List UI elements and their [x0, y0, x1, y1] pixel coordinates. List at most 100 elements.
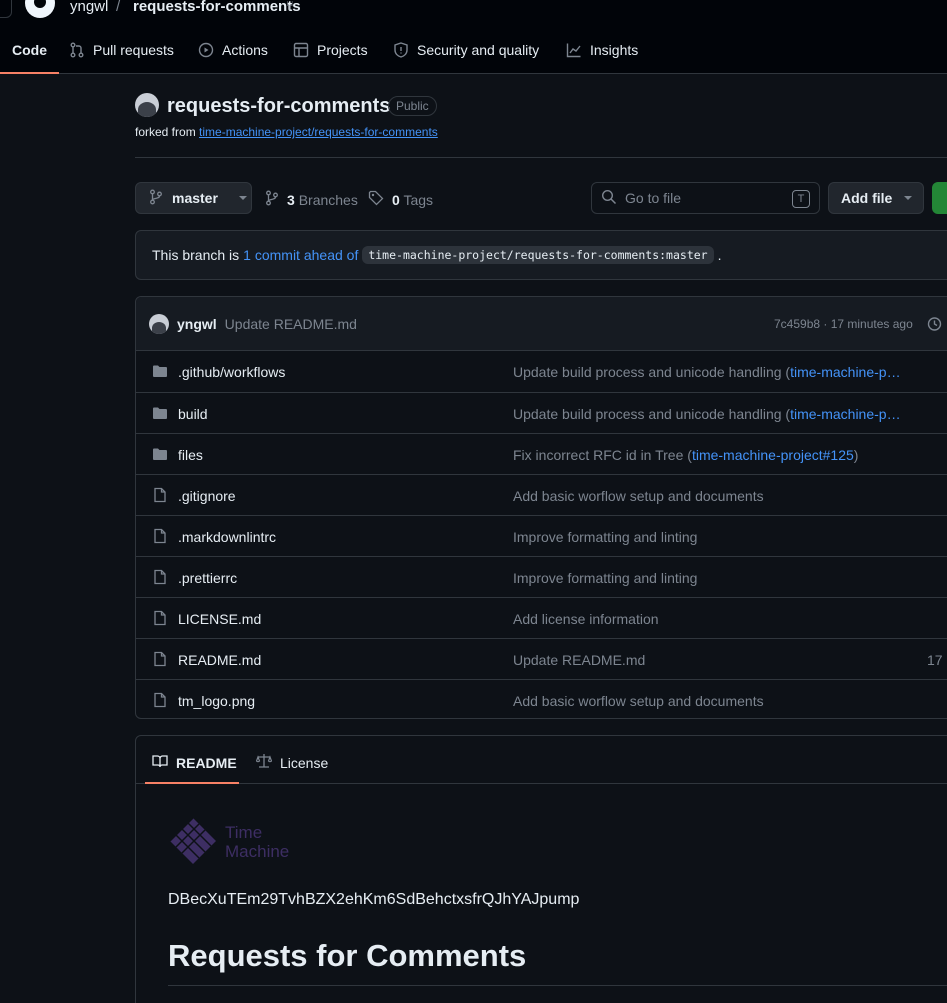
- file-commit-message[interactable]: Improve formatting and linting: [513, 529, 697, 545]
- time-machine-logo-icon: [168, 816, 218, 869]
- file-icon: [152, 651, 168, 670]
- file-commit-message[interactable]: Add license information: [513, 611, 659, 627]
- menu-button[interactable]: [0, 0, 12, 18]
- breadcrumb-separator: /: [116, 0, 121, 15]
- branches-label: Branches: [298, 191, 358, 208]
- book-icon: [152, 753, 168, 772]
- ahead-commits-link[interactable]: 1 commit ahead of: [243, 247, 358, 263]
- tab-security[interactable]: Security and quality: [393, 42, 539, 74]
- table-row[interactable]: .prettierrc Improve formatting and lintin…: [136, 556, 947, 597]
- table-icon: [293, 42, 309, 58]
- file-icon: [152, 528, 168, 547]
- commit-message-text: Fix incorrect RFC id in Tree (: [513, 447, 692, 463]
- commit-message-text: Add license information: [513, 611, 659, 627]
- commit-author[interactable]: yngwl: [177, 316, 217, 332]
- file-name[interactable]: .github/workflows: [178, 364, 285, 380]
- commit-message-text: Improve formatting and linting: [513, 570, 698, 586]
- logo-text-line-1: Time: [225, 823, 263, 842]
- file-icon: [152, 610, 168, 629]
- tags-label: Tags: [403, 191, 434, 208]
- tab-actions-label: Actions: [222, 42, 268, 58]
- forked-prefix: forked from: [135, 125, 196, 139]
- table-row[interactable]: tm_logo.png Add basic worflow setup and d…: [136, 679, 947, 718]
- file-commit-message[interactable]: Fix incorrect RFC id in Tree (time-machi…: [513, 447, 858, 463]
- tab-insights-label: Insights: [590, 42, 639, 58]
- github-logo-icon[interactable]: [25, 0, 55, 18]
- folder-icon: [152, 405, 168, 424]
- table-row[interactable]: .markdownlintrc Improve formatting and li…: [136, 515, 947, 556]
- file-name[interactable]: .gitignore: [178, 488, 236, 504]
- file-name[interactable]: .markdownlintrc: [178, 529, 276, 545]
- history-icon[interactable]: [926, 316, 942, 335]
- file-name[interactable]: .prettierrc: [178, 570, 237, 586]
- file-commit-message[interactable]: Update build process and unicode handlin…: [513, 364, 901, 380]
- owner-link[interactable]: yngwl: [70, 0, 108, 15]
- file-rows: .github/workflows Update build process an…: [136, 351, 947, 718]
- tab-pull-requests[interactable]: Pull requests: [69, 42, 174, 74]
- file-name[interactable]: LICENSE.md: [178, 611, 261, 627]
- table-row[interactable]: .github/workflows Update build process an…: [136, 351, 947, 392]
- tab-license[interactable]: License: [255, 753, 328, 772]
- tags-count: 0: [392, 191, 400, 208]
- table-row[interactable]: README.md Update README.md 17 r: [136, 638, 947, 679]
- file-commit-message[interactable]: Improve formatting and linting: [513, 570, 697, 586]
- file-name[interactable]: README.md: [178, 652, 261, 668]
- commit-message[interactable]: Update README.md: [225, 316, 357, 332]
- forked-from-link[interactable]: time-machine-project/requests-for-commen…: [199, 125, 438, 139]
- file-commit-message[interactable]: Add basic worflow setup and documents: [513, 488, 764, 504]
- go-to-file-placeholder: Go to file: [625, 190, 682, 206]
- fork-icon: ⑂: [286, 0, 294, 13]
- commit-message-text: Update build process and unicode handlin…: [513, 406, 791, 422]
- page-title[interactable]: requests-for-comments: [167, 95, 390, 118]
- file-name[interactable]: build: [178, 406, 208, 422]
- tab-pull-requests-label: Pull requests: [93, 42, 174, 58]
- logo-wordmark: Time Machine: [225, 823, 289, 861]
- table-row[interactable]: LICENSE.md Add license information: [136, 597, 947, 638]
- table-row[interactable]: files Fix incorrect RFC id in Tree (time-…: [136, 433, 947, 474]
- file-icon: [152, 692, 168, 711]
- commit-message-text: Add basic worflow setup and documents: [513, 693, 764, 709]
- owner-avatar[interactable]: [135, 93, 159, 117]
- active-tab-indicator: [145, 782, 239, 784]
- upstream-ref[interactable]: time-machine-project/requests-for-commen…: [362, 246, 714, 264]
- table-row[interactable]: .gitignore Add basic worflow setup and do…: [136, 474, 947, 515]
- file-icon: [152, 569, 168, 588]
- commit-meta[interactable]: 7c459b8 · 17 minutes ago: [774, 317, 913, 331]
- tab-readme[interactable]: README: [152, 753, 237, 772]
- tab-security-label: Security and quality: [417, 42, 540, 58]
- file-commit-message[interactable]: Add basic worflow setup and documents: [513, 693, 764, 709]
- play-icon: [198, 42, 214, 58]
- graph-icon: [566, 42, 582, 58]
- code-button[interactable]: [932, 182, 947, 214]
- divider: [168, 985, 947, 986]
- tab-projects[interactable]: Projects: [293, 42, 368, 74]
- go-to-file-input[interactable]: Go to file T: [591, 182, 820, 214]
- file-commit-message[interactable]: Update README.md: [513, 652, 645, 668]
- issue-link[interactable]: time-machine-p…: [790, 364, 900, 380]
- branches-link[interactable]: 3 Branches: [265, 190, 358, 209]
- file-name[interactable]: files: [178, 447, 203, 463]
- repo-link[interactable]: requests-for-comments: [133, 0, 301, 15]
- tag-icon: [368, 190, 384, 209]
- commit-message-tail: ): [853, 447, 859, 463]
- chevron-down-icon: [238, 196, 247, 200]
- branch-selector-button[interactable]: master: [135, 182, 252, 214]
- branch-name: master: [172, 190, 218, 206]
- issue-link[interactable]: time-machine-project#125: [692, 447, 854, 463]
- tab-projects-label: Projects: [317, 42, 368, 58]
- avatar[interactable]: [149, 313, 169, 334]
- tags-link[interactable]: 0 Tags: [368, 190, 433, 209]
- table-row[interactable]: build Update build process and unicode ha…: [136, 392, 947, 433]
- branch-icon: [265, 190, 279, 209]
- tab-actions[interactable]: Actions: [198, 42, 268, 74]
- file-icon: [152, 487, 168, 506]
- tab-insights[interactable]: Insights: [566, 42, 638, 74]
- top-header: yngwl / requests-for-comments ⑂ Code Pul…: [0, 0, 947, 74]
- add-file-button[interactable]: Add file: [828, 182, 924, 214]
- issue-link[interactable]: time-machine-p…: [790, 406, 900, 422]
- tab-code[interactable]: Code: [0, 42, 59, 74]
- file-list: yngwl Update README.md 7c459b8 · 17 minu…: [135, 296, 947, 719]
- logo-text-line-2: Machine: [225, 842, 290, 861]
- file-name[interactable]: tm_logo.png: [178, 693, 255, 709]
- file-commit-message[interactable]: Update build process and unicode handlin…: [513, 406, 901, 422]
